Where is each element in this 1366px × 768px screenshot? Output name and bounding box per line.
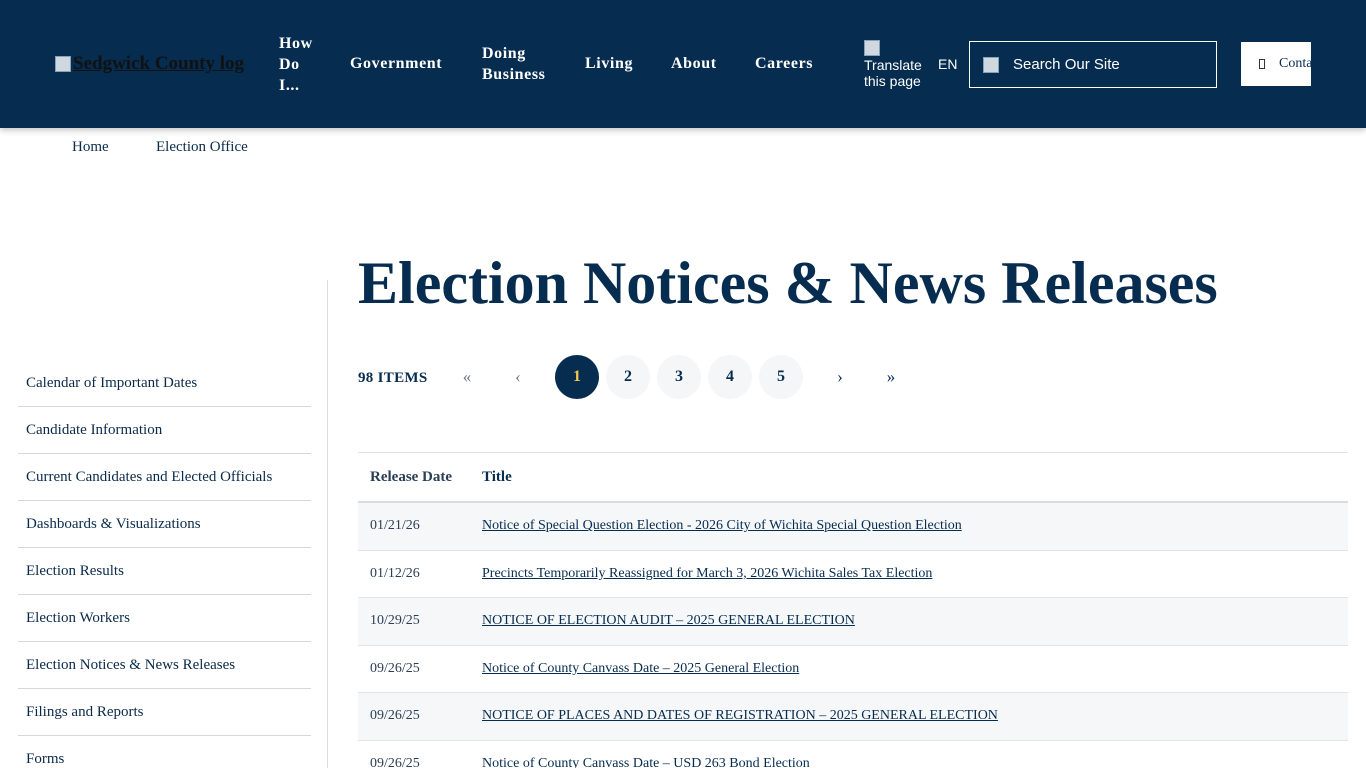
sidebar-item-filings-reports[interactable]: Filings and Reports (18, 689, 311, 736)
header-title[interactable]: Title (482, 469, 1348, 486)
page-3-button[interactable]: 3 (657, 355, 701, 399)
sidebar-item-forms[interactable]: Forms (18, 736, 311, 768)
release-link[interactable]: NOTICE OF PLACES AND DATES OF REGISTRATI… (482, 708, 998, 723)
releases-table: Release Date Title 01/21/26 Notice of Sp… (358, 452, 1348, 768)
site-header: Sedgwick County logo How Do I... Governm… (0, 0, 1366, 128)
nav-living[interactable]: Living (585, 53, 633, 74)
release-date: 01/12/26 (370, 565, 420, 581)
table-row: 01/21/26 Notice of Special Question Elec… (358, 503, 1348, 551)
nav-careers[interactable]: Careers (755, 53, 813, 74)
contact-label: Contact (1279, 56, 1311, 71)
nav-about[interactable]: About (671, 53, 717, 74)
sidebar-item-dashboards[interactable]: Dashboards & Visualizations (18, 501, 311, 548)
language-selector[interactable]: EN (938, 56, 957, 72)
sidebar-item-election-results[interactable]: Election Results (18, 548, 311, 595)
release-link[interactable]: NOTICE OF ELECTION AUDIT – 2025 GENERAL … (482, 613, 855, 628)
translate-label: Translate this page (864, 57, 922, 89)
site-search (969, 41, 1217, 88)
release-date: 10/29/25 (370, 613, 420, 629)
item-count: 98 ITEMS (358, 370, 428, 386)
breadcrumb-election-office[interactable]: Election Office (156, 139, 248, 156)
release-link[interactable]: Notice of County Canvass Date – USD 263 … (482, 756, 810, 768)
broken-image-icon (55, 56, 71, 72)
page-1-button[interactable]: 1 (555, 355, 599, 399)
sidebar-item-current-candidates[interactable]: Current Candidates and Elected Officials (18, 454, 311, 501)
page-2-button[interactable]: 2 (606, 355, 650, 399)
release-link[interactable]: Notice of County Canvass Date – 2025 Gen… (482, 661, 799, 676)
sidebar-item-notices-news[interactable]: Election Notices & News Releases (18, 642, 311, 689)
sidebar-nav: Calendar of Important Dates Candidate In… (18, 360, 311, 768)
last-page-button[interactable]: » (869, 355, 913, 399)
breadcrumb-home[interactable]: Home (72, 139, 109, 156)
prev-page-button[interactable]: ‹ (496, 355, 540, 399)
table-row: 09/26/25 NOTICE OF PLACES AND DATES OF R… (358, 693, 1348, 741)
release-link[interactable]: Precincts Temporarily Reassigned for Mar… (482, 566, 932, 581)
page-title: Election Notices & News Releases (358, 250, 1218, 316)
release-date: 09/26/25 (370, 660, 420, 676)
first-page-button[interactable]: « (445, 355, 489, 399)
translate-widget[interactable]: Translate this page (864, 40, 928, 89)
sidebar-item-election-workers[interactable]: Election Workers (18, 595, 311, 642)
logo-alt-text: Sedgwick County logo (73, 53, 245, 74)
sidebar-item-candidate-information[interactable]: Candidate Information (18, 407, 311, 454)
table-row: 09/26/25 Notice of County Canvass Date –… (358, 646, 1348, 693)
nav-doing-business[interactable]: Doing Business (482, 43, 562, 85)
nav-how-do-i[interactable]: How Do I... (279, 33, 319, 96)
nav-government[interactable]: Government (350, 53, 442, 74)
next-page-button[interactable]: › (818, 355, 862, 399)
contact-button[interactable]: Contact (1241, 42, 1311, 86)
table-header: Release Date Title (358, 453, 1348, 503)
table-row: 09/26/25 Notice of County Canvass Date –… (358, 741, 1348, 768)
release-date: 01/21/26 (370, 518, 420, 534)
page-4-button[interactable]: 4 (708, 355, 752, 399)
table-row: 01/12/26 Precincts Temporarily Reassigne… (358, 551, 1348, 598)
header-release-date[interactable]: Release Date (358, 469, 482, 486)
translate-icon (864, 40, 880, 56)
sidebar-divider (327, 280, 328, 768)
sedgwick-county-logo[interactable]: Sedgwick County logo (55, 50, 245, 78)
release-date: 09/26/25 (370, 755, 420, 768)
phone-icon (1259, 59, 1265, 69)
page-5-button[interactable]: 5 (759, 355, 803, 399)
table-row: 10/29/25 NOTICE OF ELECTION AUDIT – 2025… (358, 598, 1348, 646)
release-date: 09/26/25 (370, 708, 420, 724)
search-icon[interactable] (983, 56, 999, 73)
sidebar-item-calendar[interactable]: Calendar of Important Dates (18, 360, 311, 407)
search-input[interactable] (1013, 56, 1193, 73)
release-link[interactable]: Notice of Special Question Election - 20… (482, 518, 962, 533)
